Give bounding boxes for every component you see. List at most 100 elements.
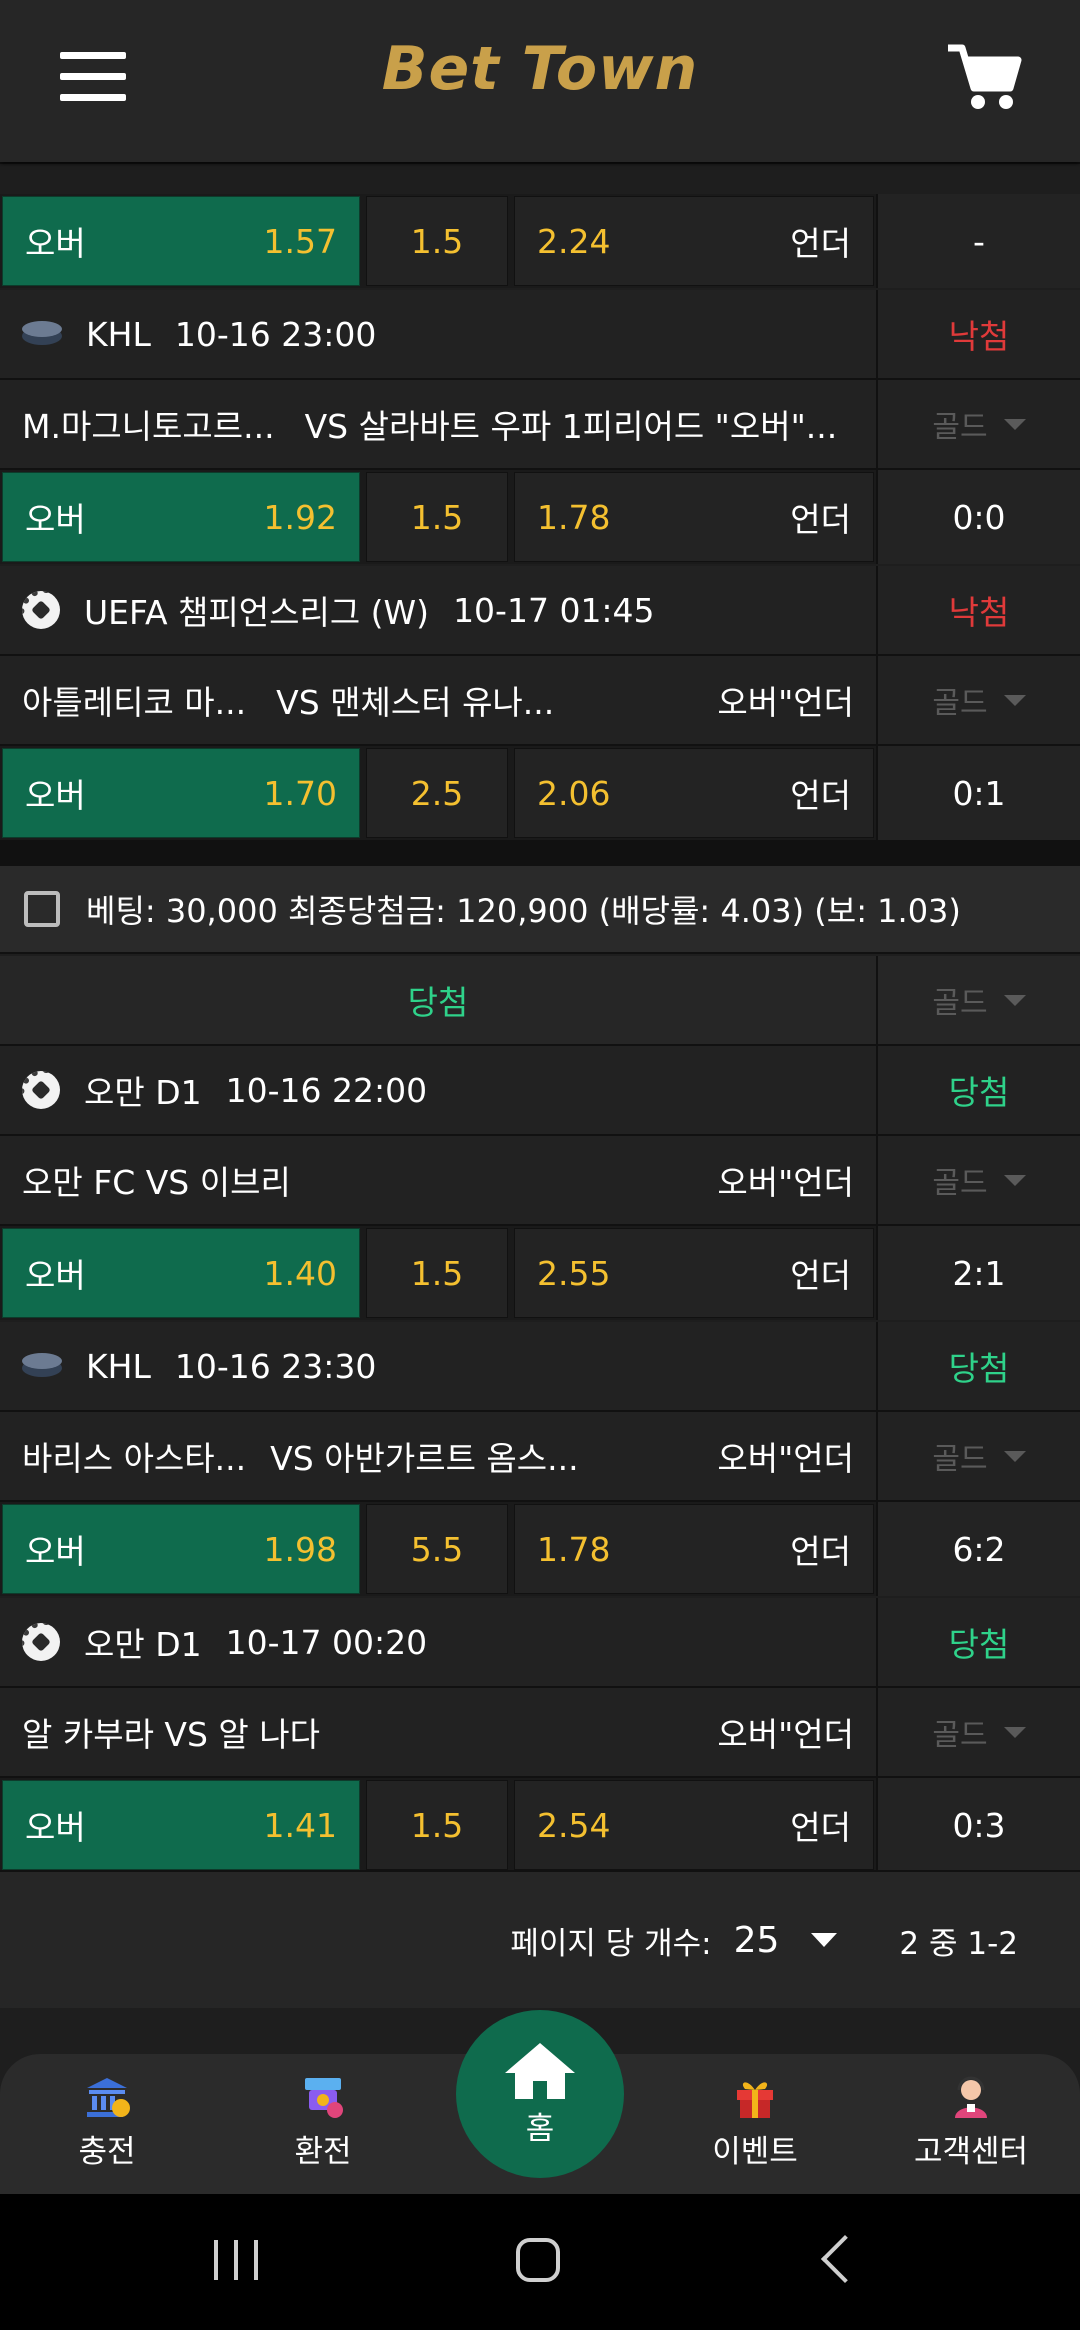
exchange-icon [305, 2078, 343, 2118]
gold-dropdown[interactable]: 골드 [876, 380, 1080, 468]
select-checkbox[interactable] [24, 891, 60, 927]
home-team: 바리스 아스타... [22, 1439, 247, 1478]
over-odds-button[interactable]: 오버 1.70 [2, 748, 360, 838]
status-badge: 당첨 [876, 1046, 1080, 1134]
nav-home-button[interactable]: 홈 [456, 2010, 624, 2178]
game-time: 10-16 23:00 [174, 314, 377, 354]
under-odds-button[interactable]: 2.54 언더 [514, 1780, 874, 1870]
app-header: Bet Town [0, 0, 1080, 162]
brand-logo[interactable]: Bet Town [0, 34, 1080, 104]
matchup-row: M.마그니토고르... VS 살라바트 우파 1피리어드 "오버"... 골드 [0, 380, 1080, 470]
matchup-row: 알 카부라 VS 알 나다 오버"언더 골드 [0, 1688, 1080, 1778]
nav-withdraw[interactable]: 환전 [238, 2074, 408, 2184]
bet-summary-text: 베팅: 30,000 최종당첨금: 120,900 (배당률: 4.03) (보… [86, 892, 961, 930]
system-navigation-bar [0, 2194, 1080, 2330]
per-page-selector[interactable]: 페이지 당 개수: 25 [510, 1918, 899, 1963]
market-type: 오버"언더 [717, 1163, 854, 1202]
odds-row: 오버 1.40 1.5 2.55 언더 2:1 [0, 1226, 1080, 1320]
bet-history-list[interactable]: 오버 1.57 1.5 2.24 언더 - KHL 10-16 23:00 낙첨… [0, 108, 1080, 2008]
game-time: 10-17 00:20 [225, 1622, 428, 1662]
matchup-row: 바리스 아스타... VS 아반가르트 옴스... 오버"언더 골드 [0, 1412, 1080, 1502]
home-system-icon[interactable] [516, 2238, 560, 2282]
handicap-line: 1.5 [366, 196, 508, 286]
market-type: 오버"언더 [717, 1439, 854, 1478]
per-page-label: 페이지 당 개수: [510, 1925, 712, 1962]
bet-summary-row: 베팅: 30,000 최종당첨금: 120,900 (배당률: 4.03) (보… [0, 866, 1080, 954]
away-team: VS 맨체스터 유나... [276, 683, 555, 722]
away-team: VS 살라바트 우파 1피리어드 "오버"... [304, 407, 838, 446]
recent-apps-icon[interactable] [214, 2240, 260, 2280]
matchup-row: 아틀레티코 마... VS 맨체스터 유나... 오버"언더 골드 [0, 656, 1080, 746]
over-odds-button[interactable]: 오버 1.92 [2, 472, 360, 562]
nav-support[interactable]: 고객센터 [886, 2074, 1056, 2184]
score: 0:1 [876, 746, 1080, 840]
chevron-down-icon [1003, 694, 1026, 706]
game-time: 10-16 23:30 [174, 1346, 377, 1386]
game-header-row: 오만 D1 10-16 22:00 당첨 [0, 1046, 1080, 1136]
gold-dropdown[interactable]: 골드 [876, 656, 1080, 744]
handicap-line: 1.5 [366, 472, 508, 562]
under-odds-button[interactable]: 1.78 언더 [514, 1504, 874, 1594]
chevron-down-icon [1003, 1450, 1026, 1462]
gold-dropdown[interactable]: 골드 [876, 1688, 1080, 1776]
market-type: 오버"언더 [717, 683, 854, 722]
cart-icon[interactable] [944, 36, 1024, 116]
page-range: 2 중 1-2 [899, 1925, 1018, 1962]
soccer-ball-icon [22, 1071, 60, 1109]
home-team: M.마그니토고르... [22, 407, 275, 446]
handicap-line: 1.5 [366, 1228, 508, 1318]
game-header-row: KHL 10-16 23:30 당첨 [0, 1322, 1080, 1412]
over-odds-button[interactable]: 오버 1.40 [2, 1228, 360, 1318]
under-odds-button[interactable]: 2.55 언더 [514, 1228, 874, 1318]
score: 0:0 [876, 470, 1080, 564]
league-name: 오만 D1 [84, 1073, 202, 1112]
odds-row: 오버 1.57 1.5 2.24 언더 - [0, 194, 1080, 288]
slip-result: 당첨 [407, 983, 469, 1022]
over-odds-button[interactable]: 오버 1.41 [2, 1780, 360, 1870]
nav-support-label: 고객센터 [913, 2134, 1029, 2170]
game-header-row: KHL 10-16 23:00 낙첨 [0, 290, 1080, 380]
nav-event-label: 이벤트 [712, 2134, 798, 2170]
league-name: KHL [86, 1346, 151, 1386]
odds-row: 오버 1.41 1.5 2.54 언더 0:3 [0, 1778, 1080, 1872]
chevron-down-icon [811, 1933, 838, 1947]
nav-withdraw-label: 환전 [294, 2134, 352, 2170]
matchup: 알 카부라 VS 알 나다 [22, 1715, 321, 1754]
status-badge: 낙첨 [876, 290, 1080, 378]
game-header-row: UEFA 챔피언스리그 (W) 10-17 01:45 낙첨 [0, 566, 1080, 656]
gold-dropdown[interactable]: 골드 [876, 956, 1080, 1044]
matchup: 오만 FC VS 이브리 [22, 1163, 291, 1202]
chevron-down-icon [1003, 1726, 1026, 1738]
odds-row: 오버 1.70 2.5 2.06 언더 0:1 [0, 746, 1080, 840]
under-odds-button[interactable]: 2.06 언더 [514, 748, 874, 838]
score: 2:1 [876, 1226, 1080, 1320]
chevron-down-icon [1003, 994, 1026, 1006]
hockey-puck-icon [22, 321, 62, 347]
home-team: 아틀레티코 마... [22, 683, 247, 722]
status-badge: 낙첨 [876, 566, 1080, 654]
gold-dropdown[interactable]: 골드 [876, 1136, 1080, 1224]
gift-icon [737, 2082, 773, 2118]
status-badge: 당첨 [876, 1322, 1080, 1410]
back-icon[interactable] [820, 2234, 870, 2284]
chevron-down-icon [1003, 1174, 1026, 1186]
divider [0, 840, 1080, 866]
soccer-ball-icon [22, 591, 60, 629]
over-odds-button[interactable]: 오버 1.57 [2, 196, 360, 286]
over-odds-button[interactable]: 오버 1.98 [2, 1504, 360, 1594]
under-odds-button[interactable]: 2.24 언더 [514, 196, 874, 286]
nav-deposit-label: 충전 [78, 2134, 136, 2170]
pagination-bar: 페이지 당 개수: 25 2 중 1-2 [0, 1870, 1080, 2008]
handicap-line: 1.5 [366, 1780, 508, 1870]
matchup-row: 오만 FC VS 이브리 오버"언더 골드 [0, 1136, 1080, 1226]
hockey-puck-icon [22, 1353, 62, 1379]
handicap-line: 2.5 [366, 748, 508, 838]
soccer-ball-icon [22, 1623, 60, 1661]
nav-event[interactable]: 이벤트 [670, 2074, 840, 2184]
nav-deposit[interactable]: 충전 [22, 2074, 192, 2184]
under-odds-button[interactable]: 1.78 언더 [514, 472, 874, 562]
market-type: 오버"언더 [717, 1715, 854, 1754]
chevron-down-icon [1003, 418, 1026, 430]
gold-dropdown[interactable]: 골드 [876, 1412, 1080, 1500]
score: 0:3 [876, 1778, 1080, 1872]
